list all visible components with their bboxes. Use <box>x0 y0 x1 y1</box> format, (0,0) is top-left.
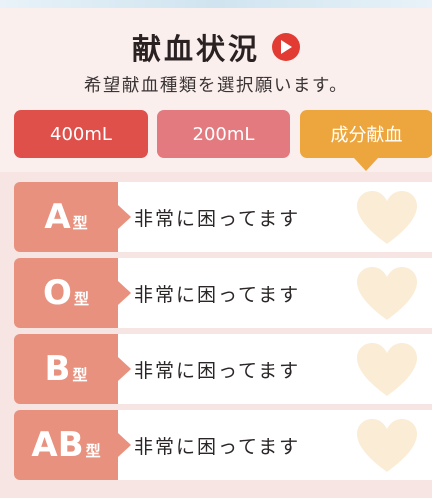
blood-type-badge: AB 型 <box>14 410 118 480</box>
heart-icon <box>357 343 417 396</box>
tab-component-donation[interactable]: 成分献血 <box>300 110 432 171</box>
pointer-triangle <box>118 357 131 381</box>
blood-type-badge: A 型 <box>14 182 118 252</box>
pointer-triangle <box>118 433 131 457</box>
tab-label: 成分献血 <box>330 125 403 146</box>
blood-type-badge: O 型 <box>14 258 118 328</box>
blood-type-letter: B <box>44 349 71 389</box>
blood-type-letter: AB <box>31 425 84 465</box>
blood-type-row-o: O 型 非常に困ってます <box>14 258 432 328</box>
blood-type-letter: O <box>43 273 72 313</box>
status-text: 非常に困ってます <box>134 207 301 230</box>
header: 献血状況 <box>0 26 432 68</box>
heart-icon <box>357 191 417 244</box>
pointer-triangle <box>118 205 131 229</box>
status-text: 非常に困ってます <box>134 435 301 458</box>
donation-type-tabs: 400mL 200mL 成分献血 <box>14 110 432 171</box>
tab-label: 400mL <box>50 123 112 145</box>
heart-icon <box>357 267 417 320</box>
blood-type-badge: B 型 <box>14 334 118 404</box>
selected-indicator-arrow <box>354 158 378 171</box>
blood-type-row-ab: AB 型 非常に困ってます <box>14 410 432 480</box>
status-text: 非常に困ってます <box>134 359 301 382</box>
tab-400ml[interactable]: 400mL <box>14 110 148 158</box>
subtitle: 希望献血種類を選択願います。 <box>83 76 349 96</box>
pointer-triangle <box>118 281 131 305</box>
blood-type-suffix: 型 <box>85 441 101 460</box>
play-circle-icon[interactable] <box>272 33 300 61</box>
status-card: 非常に困ってます <box>118 410 432 480</box>
blood-type-row-a: A 型 非常に困ってます <box>14 182 432 252</box>
tab-200ml[interactable]: 200mL <box>157 110 290 158</box>
page-title: 献血状況 <box>131 32 260 66</box>
tab-label: 200mL <box>192 123 255 145</box>
blood-type-suffix: 型 <box>73 289 89 308</box>
blood-type-letter: A <box>44 197 71 237</box>
heart-icon <box>357 419 417 472</box>
status-text: 非常に困ってます <box>134 283 301 306</box>
top-strip <box>0 0 432 8</box>
blood-type-row-b: B 型 非常に困ってます <box>14 334 432 404</box>
blood-type-suffix: 型 <box>72 365 88 384</box>
status-card: 非常に困ってます <box>118 334 432 404</box>
status-card: 非常に困ってます <box>118 258 432 328</box>
blood-type-suffix: 型 <box>72 213 88 232</box>
status-card: 非常に困ってます <box>118 182 432 252</box>
